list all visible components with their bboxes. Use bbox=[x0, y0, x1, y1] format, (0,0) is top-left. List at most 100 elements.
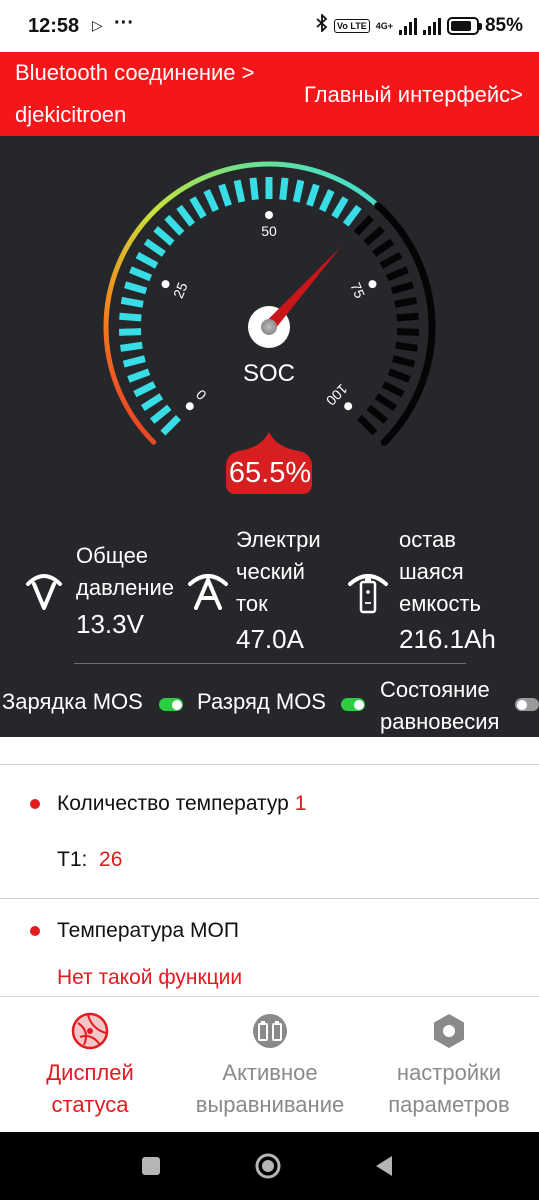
gauge-scale-dot bbox=[185, 402, 194, 411]
gauge-scale-dot bbox=[368, 280, 377, 289]
battery-icon bbox=[446, 16, 482, 35]
gauge-tick bbox=[122, 355, 146, 368]
more-notifications-icon: ··· bbox=[114, 12, 134, 34]
gauge-scale-label: 0 bbox=[193, 386, 210, 403]
gauge-scale-dot bbox=[265, 211, 273, 219]
current-label: Электри ческий ток bbox=[236, 527, 321, 616]
back-button[interactable] bbox=[374, 1155, 394, 1177]
gauge-tick bbox=[120, 341, 143, 352]
mop-temperature-card: Температура МОП Нет такой функции bbox=[0, 899, 539, 996]
network-type: 4G+ bbox=[375, 20, 393, 31]
current-value: 47.0A bbox=[236, 624, 304, 654]
temperature-count-label: Количество температур bbox=[57, 792, 289, 815]
app-header: Bluetooth соединение > djekicitroen Глав… bbox=[0, 52, 539, 136]
gauge-tick bbox=[120, 296, 144, 308]
gauge-tick bbox=[396, 328, 420, 336]
gauge-tick bbox=[396, 312, 419, 322]
play-icon: ▷ bbox=[92, 17, 103, 33]
gauge-tick bbox=[133, 381, 157, 398]
gauge-scale-label: 75 bbox=[347, 280, 368, 301]
gauge-tick bbox=[233, 179, 246, 203]
nav-settings-label: настройки параметров bbox=[388, 1060, 510, 1117]
gauge-tick bbox=[279, 177, 289, 201]
gauge-tick bbox=[306, 183, 320, 207]
recent-apps-button[interactable] bbox=[141, 1156, 161, 1176]
voltage-label: Общее давление bbox=[76, 543, 175, 600]
gauge-tick bbox=[249, 177, 259, 201]
status-display-icon bbox=[71, 1012, 109, 1050]
capacity-value: 216.1Ah bbox=[399, 624, 496, 654]
charge-mos-label: Зарядка MOS bbox=[2, 689, 143, 714]
gauge-label: SOC bbox=[243, 360, 295, 387]
gauge-tick bbox=[127, 368, 151, 383]
main-interface-link[interactable]: Главный интерфейс> bbox=[304, 82, 523, 108]
discharge-mos-toggle[interactable] bbox=[341, 698, 365, 711]
settings-icon bbox=[434, 1014, 464, 1048]
gauge-tick bbox=[363, 226, 385, 246]
gauge-tick bbox=[353, 214, 374, 236]
gauge-scale-dot bbox=[161, 280, 170, 289]
t1-row: T1: 26 bbox=[57, 848, 122, 872]
voltage-icon bbox=[26, 574, 62, 610]
gauge-tick bbox=[189, 196, 207, 219]
dashboard-panel: 0 25 50 75 100 SOC 65.5% Общее давление 13.3… bbox=[0, 136, 539, 737]
gauge-tick bbox=[164, 214, 185, 236]
home-button[interactable] bbox=[254, 1152, 282, 1180]
signal-icon-2 bbox=[422, 17, 441, 35]
gauge-tick bbox=[124, 281, 148, 295]
gauge-tick bbox=[129, 266, 153, 282]
gauge-tick bbox=[366, 404, 388, 424]
gauge-tick bbox=[218, 183, 232, 207]
gauge-scale-label: 50 bbox=[261, 223, 277, 239]
discharge-mos-label: Разряд MOS bbox=[197, 689, 326, 714]
temperature-count-row: Количество температур 1 bbox=[57, 792, 306, 816]
volte-icon: Vo LTE bbox=[334, 18, 370, 33]
gauge-tick bbox=[395, 341, 418, 352]
charge-mos-toggle[interactable] bbox=[159, 698, 183, 711]
t1-label: T1: bbox=[57, 848, 88, 871]
gauge-tick bbox=[374, 393, 398, 412]
gauge-tick bbox=[135, 252, 159, 269]
gauge-tick bbox=[331, 196, 349, 219]
bluetooth-connection-link[interactable]: Bluetooth соединение > bbox=[15, 60, 254, 86]
soc-value: 65.5% bbox=[228, 457, 312, 489]
balance-state-toggle[interactable] bbox=[515, 698, 539, 711]
gauge-needle-cap bbox=[261, 319, 277, 335]
gauge-tick bbox=[176, 204, 196, 227]
gauge-tick bbox=[118, 328, 142, 336]
gauge-scale-dot bbox=[344, 402, 353, 411]
bluetooth-icon bbox=[316, 12, 328, 37]
bullet-icon bbox=[30, 926, 40, 936]
app-screen: 12:58 ▷ ··· Vo LTE 4G+ 85% Bluetooth сое… bbox=[0, 0, 539, 1200]
nav-balance-label: Активное выравнивание bbox=[195, 1060, 345, 1117]
gauge-tick bbox=[342, 204, 362, 227]
gauge-tick bbox=[160, 415, 181, 436]
current-icon bbox=[188, 574, 228, 610]
panel-divider bbox=[74, 663, 466, 664]
balance-state-label: Состояние равновесия bbox=[380, 677, 500, 734]
gauge-tick bbox=[203, 189, 220, 213]
nav-status-display[interactable]: Дисплей статуса bbox=[0, 997, 180, 1133]
nav-active-balance[interactable]: Активное выравнивание bbox=[180, 997, 360, 1133]
nav-parameter-settings[interactable]: настройки параметров bbox=[359, 997, 539, 1133]
gauge-tick bbox=[379, 252, 403, 269]
gauge-tick bbox=[318, 189, 335, 213]
nav-status-label: Дисплей статуса bbox=[46, 1060, 134, 1117]
gauge-tick bbox=[357, 415, 378, 436]
voltage-value: 13.3V bbox=[76, 609, 144, 639]
mop-value: Нет такой функции bbox=[57, 966, 243, 989]
gauge-tick bbox=[140, 393, 164, 412]
status-indicators: Vo LTE 4G+ 85% bbox=[316, 12, 523, 37]
t1-value: 26 bbox=[99, 848, 123, 871]
battery-percent: 85% bbox=[484, 14, 523, 36]
temperature-count-card: Количество температур 1 T1: 26 bbox=[0, 766, 539, 898]
gauge-tick bbox=[392, 355, 416, 368]
gauge-tick bbox=[381, 381, 405, 398]
gauge-tick bbox=[390, 281, 414, 295]
gauge-empty-arc bbox=[374, 202, 436, 446]
mop-title: Температура МОП bbox=[57, 919, 239, 942]
content-top-strip bbox=[0, 737, 539, 765]
bullet-icon bbox=[30, 799, 40, 809]
battery-capacity-icon bbox=[348, 574, 388, 614]
gauge-tick bbox=[150, 404, 172, 424]
